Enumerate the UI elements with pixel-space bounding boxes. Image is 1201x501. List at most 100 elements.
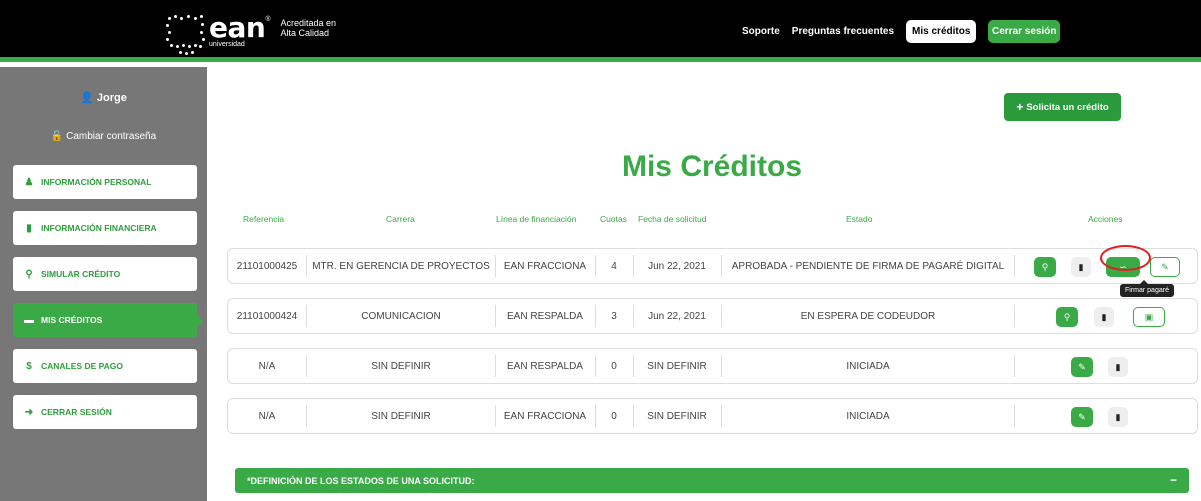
document-icon: ▣ bbox=[1144, 311, 1154, 322]
logo-wordmark: ean bbox=[209, 11, 266, 44]
sidebar-item-label: SIMULAR CRÉDITO bbox=[41, 269, 121, 279]
sidebar-item-label: CERRAR SESIÓN bbox=[41, 407, 112, 417]
file-icon: ▮ bbox=[26, 222, 32, 234]
collapse-icon[interactable]: − bbox=[1170, 473, 1177, 487]
lock-icon: 🔓 bbox=[50, 131, 64, 142]
delete-button[interactable]: ▮ bbox=[1094, 307, 1114, 327]
nav-faq-link[interactable]: Preguntas frecuentes bbox=[792, 26, 894, 37]
sign-out-icon: ➜ bbox=[24, 406, 34, 418]
sign-tooltip: Firmar pagaré bbox=[1120, 280, 1174, 297]
change-password-link[interactable]: 🔓 Cambiar contraseña bbox=[0, 131, 207, 142]
trash-icon: ▮ bbox=[1115, 411, 1121, 422]
view-details-button[interactable]: ⚲ bbox=[1056, 307, 1078, 327]
edit-icon: ✎ bbox=[1078, 411, 1086, 422]
cell-financing-line: EAN FRACCIONA bbox=[503, 410, 587, 422]
cell-divider bbox=[1014, 355, 1015, 377]
cell-installments: 0 bbox=[611, 360, 617, 372]
cell-installments: 3 bbox=[611, 310, 617, 322]
cell-career: MTR. EN GERENCIA DE PROYECTOS bbox=[312, 260, 490, 272]
accreditation-line-2: Alta Calidad bbox=[280, 28, 330, 38]
sidebar-item-label: CANALES DE PAGO bbox=[41, 361, 124, 371]
accreditation-text: Acreditada en Alta Calidad bbox=[281, 18, 337, 38]
cell-financing-line: EAN FRACCIONA bbox=[503, 260, 587, 272]
cell-career: SIN DEFINIR bbox=[371, 360, 431, 372]
cell-career: COMUNICACION bbox=[361, 310, 441, 322]
ean-logo[interactable]: ean ® universidad Acreditada en Alta Cal… bbox=[165, 14, 336, 56]
dollar-icon: $ bbox=[26, 360, 32, 372]
user-icon: 👤 bbox=[80, 92, 94, 104]
cell-financing-line: EAN RESPALDA bbox=[507, 310, 583, 322]
column-header-status: Estado bbox=[846, 214, 873, 224]
cell-divider bbox=[1014, 405, 1015, 427]
sidebar-item-label: MIS CRÉDITOS bbox=[41, 315, 103, 325]
sidebar-item-personal-info[interactable]: ♟ INFORMACIÓN PERSONAL bbox=[13, 165, 197, 199]
column-header-installments: Cuotas bbox=[600, 214, 627, 224]
logo-subtitle: universidad bbox=[209, 41, 245, 48]
column-header-financing-line: Línea de financiación bbox=[496, 214, 577, 224]
status-definitions-accordion[interactable]: *DEFINICIÓN DE LOS ESTADOS DE UNA SOLICI… bbox=[235, 468, 1189, 493]
delete-button[interactable]: ▮ bbox=[1108, 357, 1128, 377]
cell-installments: 0 bbox=[611, 410, 617, 422]
cell-divider bbox=[1014, 255, 1015, 277]
pen-file-icon: ✎ bbox=[1161, 261, 1169, 272]
cell-divider bbox=[1014, 305, 1015, 327]
page-title: Mis Créditos bbox=[621, 150, 803, 183]
sidebar-item-my-credits[interactable]: ▬ MIS CRÉDITOS bbox=[13, 303, 203, 337]
cell-career: SIN DEFINIR bbox=[371, 410, 431, 422]
trash-icon: ▮ bbox=[1115, 361, 1121, 372]
sidebar-item-simulate-credit[interactable]: ⚲ SIMULAR CRÉDITO bbox=[13, 257, 197, 291]
cell-financing-line: EAN RESPALDA bbox=[507, 360, 583, 372]
download-document-button[interactable]: ▣ bbox=[1133, 307, 1165, 327]
cell-status: APROBADA - PENDIENTE DE FIRMA DE PAGARÉ … bbox=[731, 260, 1005, 272]
sidebar-item-label: INFORMACIÓN PERSONAL bbox=[41, 177, 152, 187]
delete-button[interactable]: ▮ bbox=[1108, 407, 1128, 427]
card-icon: ▬ bbox=[24, 314, 34, 326]
logo-dots-icon bbox=[165, 14, 207, 56]
top-bar: ean ® universidad Acreditada en Alta Cal… bbox=[0, 0, 1201, 62]
cell-request-date: Jun 22, 2021 bbox=[648, 260, 706, 272]
sidebar-item-logout[interactable]: ➜ CERRAR SESIÓN bbox=[13, 395, 197, 429]
cell-request-date: SIN DEFINIR bbox=[647, 360, 707, 372]
cell-divider bbox=[306, 255, 307, 277]
nav-support-link[interactable]: Soporte bbox=[742, 26, 780, 37]
search-plus-icon: ⚲ bbox=[1063, 311, 1071, 322]
search-plus-icon: ⚲ bbox=[1041, 261, 1049, 272]
sidebar-item-label: INFORMACIÓN FINANCIERA bbox=[41, 223, 157, 233]
view-details-button[interactable]: ⚲ bbox=[1034, 257, 1056, 277]
cell-status: INICIADA bbox=[846, 410, 890, 422]
cell-reference: N/A bbox=[258, 410, 276, 422]
logo-registered: ® bbox=[265, 16, 271, 23]
delete-button[interactable]: ▮ bbox=[1071, 257, 1091, 277]
new-credit-button[interactable]: + Solicita un crédito bbox=[1004, 93, 1121, 121]
table-row: N/A SIN DEFINIR EAN FRACCIONA 0 SIN DEFI… bbox=[227, 398, 1198, 434]
cell-reference: N/A bbox=[258, 360, 276, 372]
highlight-circle bbox=[1100, 245, 1151, 271]
table-row: 21101000424 COMUNICACION EAN RESPALDA 3 … bbox=[227, 298, 1198, 334]
nav-logout-button[interactable]: Cerrar sesión bbox=[988, 20, 1061, 43]
cell-divider bbox=[306, 355, 307, 377]
edit-icon: ✎ bbox=[1078, 361, 1086, 372]
cell-reference: 21101000424 bbox=[236, 310, 298, 322]
plus-icon: + bbox=[1016, 100, 1024, 114]
user-icon: ♟ bbox=[24, 176, 34, 188]
user-name: 👤 Jorge bbox=[0, 91, 207, 104]
change-password-label: Cambiar contraseña bbox=[66, 131, 157, 142]
cell-status: INICIADA bbox=[846, 360, 890, 372]
sidebar: 👤 Jorge 🔓 Cambiar contraseña ♟ INFORMACI… bbox=[0, 67, 207, 501]
cell-divider bbox=[306, 305, 307, 327]
sidebar-item-financial-info[interactable]: ▮ INFORMACIÓN FINANCIERA bbox=[13, 211, 197, 245]
cell-status: EN ESPERA DE CODEUDOR bbox=[800, 310, 936, 322]
nav-my-credits-button[interactable]: Mis créditos bbox=[906, 20, 977, 43]
sidebar-item-payment-channels[interactable]: $ CANALES DE PAGO bbox=[13, 349, 197, 383]
column-header-reference: Referencia bbox=[243, 214, 285, 224]
top-nav: Soporte Preguntas frecuentes Mis crédito… bbox=[742, 20, 982, 43]
cell-divider bbox=[306, 405, 307, 427]
edit-document-button[interactable]: ✎ bbox=[1150, 257, 1180, 277]
edit-button[interactable]: ✎ bbox=[1071, 357, 1093, 377]
column-header-career: Carrera bbox=[386, 214, 415, 224]
trash-icon: ▮ bbox=[1101, 311, 1107, 322]
table-row: 21101000425 MTR. EN GERENCIA DE PROYECTO… bbox=[227, 248, 1198, 284]
edit-button[interactable]: ✎ bbox=[1071, 407, 1093, 427]
status-definitions-title: *DEFINICIÓN DE LOS ESTADOS DE UNA SOLICI… bbox=[247, 475, 475, 486]
cell-reference: 21101000425 bbox=[236, 260, 298, 272]
